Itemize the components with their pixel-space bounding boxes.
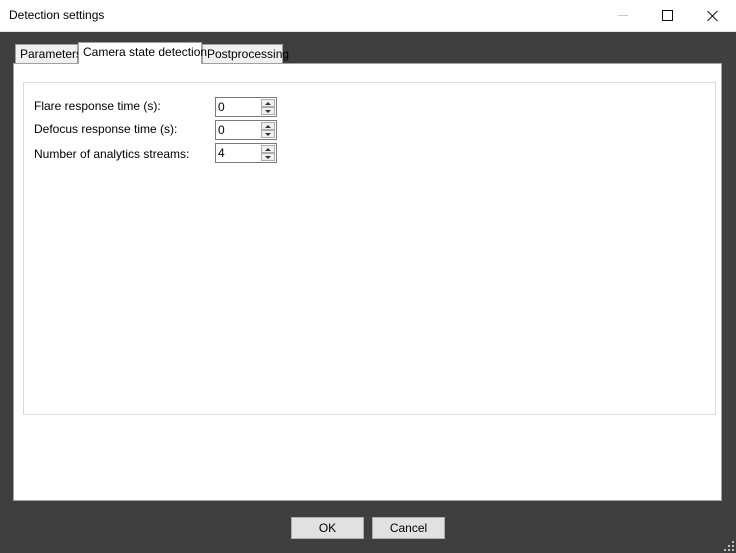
flare-response-down-button[interactable] xyxy=(261,107,275,115)
defocus-response-up-button[interactable] xyxy=(261,122,275,130)
window-title: Detection settings xyxy=(9,8,105,22)
flare-response-input[interactable] xyxy=(217,99,262,115)
defocus-response-label: Defocus response time (s): xyxy=(34,122,178,136)
tab-parameters[interactable]: Parameters xyxy=(15,44,82,63)
arrow-up-icon xyxy=(265,101,271,105)
tab-postprocessing[interactable]: Postprocessing xyxy=(202,44,289,63)
minimize-button[interactable] xyxy=(600,0,645,31)
defocus-response-down-button[interactable] xyxy=(261,130,275,138)
arrow-up-icon xyxy=(265,124,271,128)
analytics-streams-label: Number of analytics streams: xyxy=(34,147,190,161)
analytics-streams-down-button[interactable] xyxy=(261,153,275,161)
defocus-response-spinner xyxy=(215,120,277,140)
flare-response-label: Flare response time (s): xyxy=(34,99,161,113)
title-bar[interactable]: Detection settings xyxy=(0,0,736,32)
analytics-streams-input[interactable] xyxy=(217,145,262,161)
close-icon xyxy=(707,10,719,22)
arrow-down-icon xyxy=(265,109,271,113)
defocus-response-input[interactable] xyxy=(217,122,262,138)
analytics-streams-spinner xyxy=(215,143,277,163)
resize-grip-icon[interactable] xyxy=(724,541,734,551)
maximize-icon xyxy=(662,10,673,21)
minimize-icon xyxy=(617,15,628,16)
arrow-up-icon xyxy=(265,147,271,151)
flare-response-up-button[interactable] xyxy=(261,99,275,107)
flare-response-spinner xyxy=(215,97,277,117)
dialog-window: Detection settings Parameters Camera sta… xyxy=(0,0,736,553)
arrow-down-icon xyxy=(265,155,271,159)
ok-button[interactable]: OK xyxy=(291,517,364,539)
analytics-streams-up-button[interactable] xyxy=(261,145,275,153)
close-button[interactable] xyxy=(690,0,735,31)
arrow-down-icon xyxy=(265,132,271,136)
cancel-button[interactable]: Cancel xyxy=(372,517,445,539)
maximize-button[interactable] xyxy=(645,0,690,31)
tab-camera-state-detection[interactable]: Camera state detection xyxy=(78,42,207,64)
